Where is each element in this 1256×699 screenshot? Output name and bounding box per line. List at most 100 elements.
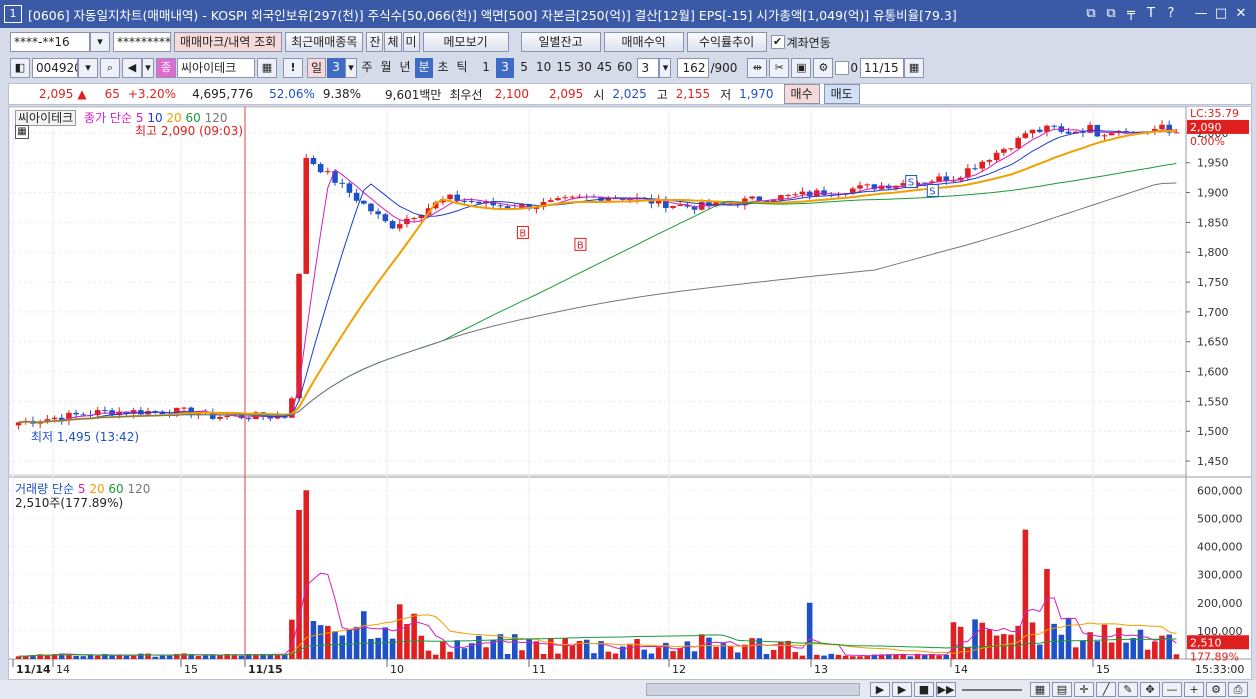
crosshair-icon[interactable]: ✛ <box>1074 682 1094 697</box>
volume-bar <box>339 635 346 659</box>
interval-dropdown-icon[interactable]: ▾ <box>659 58 672 78</box>
candle-body <box>382 214 389 222</box>
tools-icon[interactable]: ✂ <box>769 58 790 78</box>
print-icon[interactable]: ⎙ <box>1228 682 1248 697</box>
period-second[interactable]: 초 <box>434 58 452 78</box>
speaker-icon[interactable]: ◀ <box>122 58 142 78</box>
zoom-out-icon[interactable]: — <box>1162 682 1182 697</box>
volume-bar <box>109 655 115 659</box>
time-tick-label: 11 <box>532 663 546 676</box>
date-input[interactable]: 11/15 <box>860 58 905 78</box>
price-volume-chart[interactable]: 2,0001,9501,9001,8501,8001,7501,7001,650… <box>8 106 1251 679</box>
candle-body <box>504 206 511 209</box>
save-icon[interactable]: ▣ <box>791 58 812 78</box>
speaker-dropdown-icon[interactable]: ▾ <box>142 58 154 78</box>
zero-checkbox[interactable] <box>835 61 850 75</box>
fast-forward-icon[interactable]: ▶▶ <box>936 682 956 697</box>
range-input[interactable]: 162 <box>677 58 710 78</box>
calendar-icon[interactable]: ▦ <box>904 58 925 78</box>
minute-45[interactable]: 45 <box>595 58 614 78</box>
volume-bar <box>1044 569 1050 659</box>
zoom-in-icon[interactable]: + <box>1184 682 1204 697</box>
minute-30[interactable]: 30 <box>575 58 594 78</box>
stock-code-input[interactable]: 004920 <box>32 58 78 78</box>
minute-3[interactable]: 3 <box>496 58 515 78</box>
daily-balance-button[interactable]: 일별잔고 <box>520 32 601 52</box>
period-tick[interactable]: 틱 <box>453 58 471 78</box>
recent-trades-button[interactable]: 최근매매종목 <box>285 32 364 52</box>
minute-10[interactable]: 10 <box>534 58 553 78</box>
zoom-slider[interactable] <box>962 688 1022 691</box>
ma5-line <box>18 128 1177 423</box>
period-minute[interactable]: 분 <box>415 58 434 78</box>
volume-bar <box>432 654 439 659</box>
candle-body <box>411 218 417 220</box>
candle-body <box>1108 133 1115 136</box>
code-dropdown-icon[interactable]: ▾ <box>78 58 98 78</box>
volume-bar <box>526 638 532 659</box>
alert-icon[interactable]: ! <box>283 58 303 78</box>
brush-icon[interactable]: ✎ <box>1118 682 1138 697</box>
tab-unfilled[interactable]: 미 <box>402 32 420 52</box>
move-icon[interactable]: ⇹ <box>747 58 768 78</box>
layout-icon[interactable]: ▦ <box>1030 682 1050 697</box>
chart-window-icon[interactable]: ◧ <box>10 58 30 78</box>
minute-5[interactable]: 5 <box>515 58 533 78</box>
candle-body <box>396 224 403 229</box>
volume-bar <box>986 629 993 659</box>
trade-profit-button[interactable]: 매매수익 <box>603 32 684 52</box>
link-window-icon[interactable]: ⧉ <box>1082 5 1100 23</box>
bottom-settings-icon[interactable]: ⚙ <box>1206 682 1226 697</box>
best-ask-price: 2,100 <box>494 87 529 101</box>
buy-button[interactable]: 매수 <box>783 84 820 104</box>
price-tick-label: 1,550 <box>1197 395 1229 408</box>
settings-gear-icon[interactable]: ⚙ <box>813 58 834 78</box>
password-field[interactable]: ********* <box>113 32 171 52</box>
search-icon[interactable]: ⌕ <box>100 58 120 78</box>
minute-1[interactable]: 1 <box>477 58 495 78</box>
stock-list-icon[interactable]: ▦ <box>257 58 277 78</box>
account-select[interactable]: ****-**16 <box>10 32 90 52</box>
close-button[interactable]: ✕ <box>1232 5 1250 23</box>
period-week[interactable]: 주 <box>358 58 376 78</box>
period-month[interactable]: 월 <box>377 58 395 78</box>
volume-bar <box>94 655 101 659</box>
memo-button[interactable]: 메모보기 <box>422 32 509 52</box>
tab-filled[interactable]: 체 <box>384 32 402 52</box>
quote-bar: 2,095 ▲ 65 +3.20% 4,695,776 52.06% 9.38%… <box>8 83 1252 105</box>
period-day[interactable]: 일 <box>307 58 327 78</box>
grid-toggle-icon[interactable]: ▦ <box>15 125 29 139</box>
help-icon[interactable]: ? <box>1162 5 1180 23</box>
profit-trend-button[interactable]: 수익률추이 <box>686 32 767 52</box>
pin-icon[interactable]: ╤ <box>1122 5 1140 23</box>
chart-scrollbar[interactable] <box>646 683 860 696</box>
account-dropdown-icon[interactable]: ▾ <box>90 32 110 52</box>
trade-mark-query-button[interactable]: 매매마크/내역 조회 <box>174 32 283 52</box>
sell-button[interactable]: 매도 <box>823 84 860 104</box>
interval-input[interactable]: 3 <box>637 58 660 78</box>
volume-bar <box>1137 629 1144 659</box>
minimize-button[interactable]: — <box>1192 5 1210 23</box>
stock-name-field[interactable]: 씨아이테크 <box>177 58 255 78</box>
minute-60[interactable]: 60 <box>615 58 634 78</box>
tab-balance[interactable]: 잔 <box>366 32 384 52</box>
text-icon[interactable]: T <box>1142 5 1160 23</box>
period-day-count[interactable]: 3 <box>327 58 346 78</box>
volume-bar <box>1080 640 1086 659</box>
trend-tool-icon[interactable]: ╱ <box>1096 682 1116 697</box>
minute-15[interactable]: 15 <box>554 58 573 78</box>
pan-icon[interactable]: ✥ <box>1140 682 1160 697</box>
copy-window-icon[interactable]: ⧉ <box>1102 5 1120 23</box>
account-link-checkbox[interactable]: ✔ <box>770 35 785 49</box>
chart-navigation-bar: ▶ ▶ ■ ▶▶ ▦ ▤ ✛ ╱ ✎ ✥ — + ⚙ ⎙ <box>0 680 1256 699</box>
stop-icon[interactable]: ■ <box>914 682 934 697</box>
grid-icon[interactable]: ▤ <box>1052 682 1072 697</box>
play-icon[interactable]: ▶ <box>892 682 912 697</box>
period-year[interactable]: 년 <box>396 58 414 78</box>
chart-area[interactable]: 2,0001,9501,9001,8501,8001,7501,7001,650… <box>8 106 1252 680</box>
zero-label: 0 <box>850 61 859 75</box>
scroll-right-icon[interactable]: ▶ <box>870 682 890 697</box>
price-tick-label: 1,850 <box>1197 216 1229 229</box>
maximize-button[interactable]: □ <box>1212 5 1230 23</box>
day-count-dropdown-icon[interactable]: ▾ <box>345 58 358 78</box>
